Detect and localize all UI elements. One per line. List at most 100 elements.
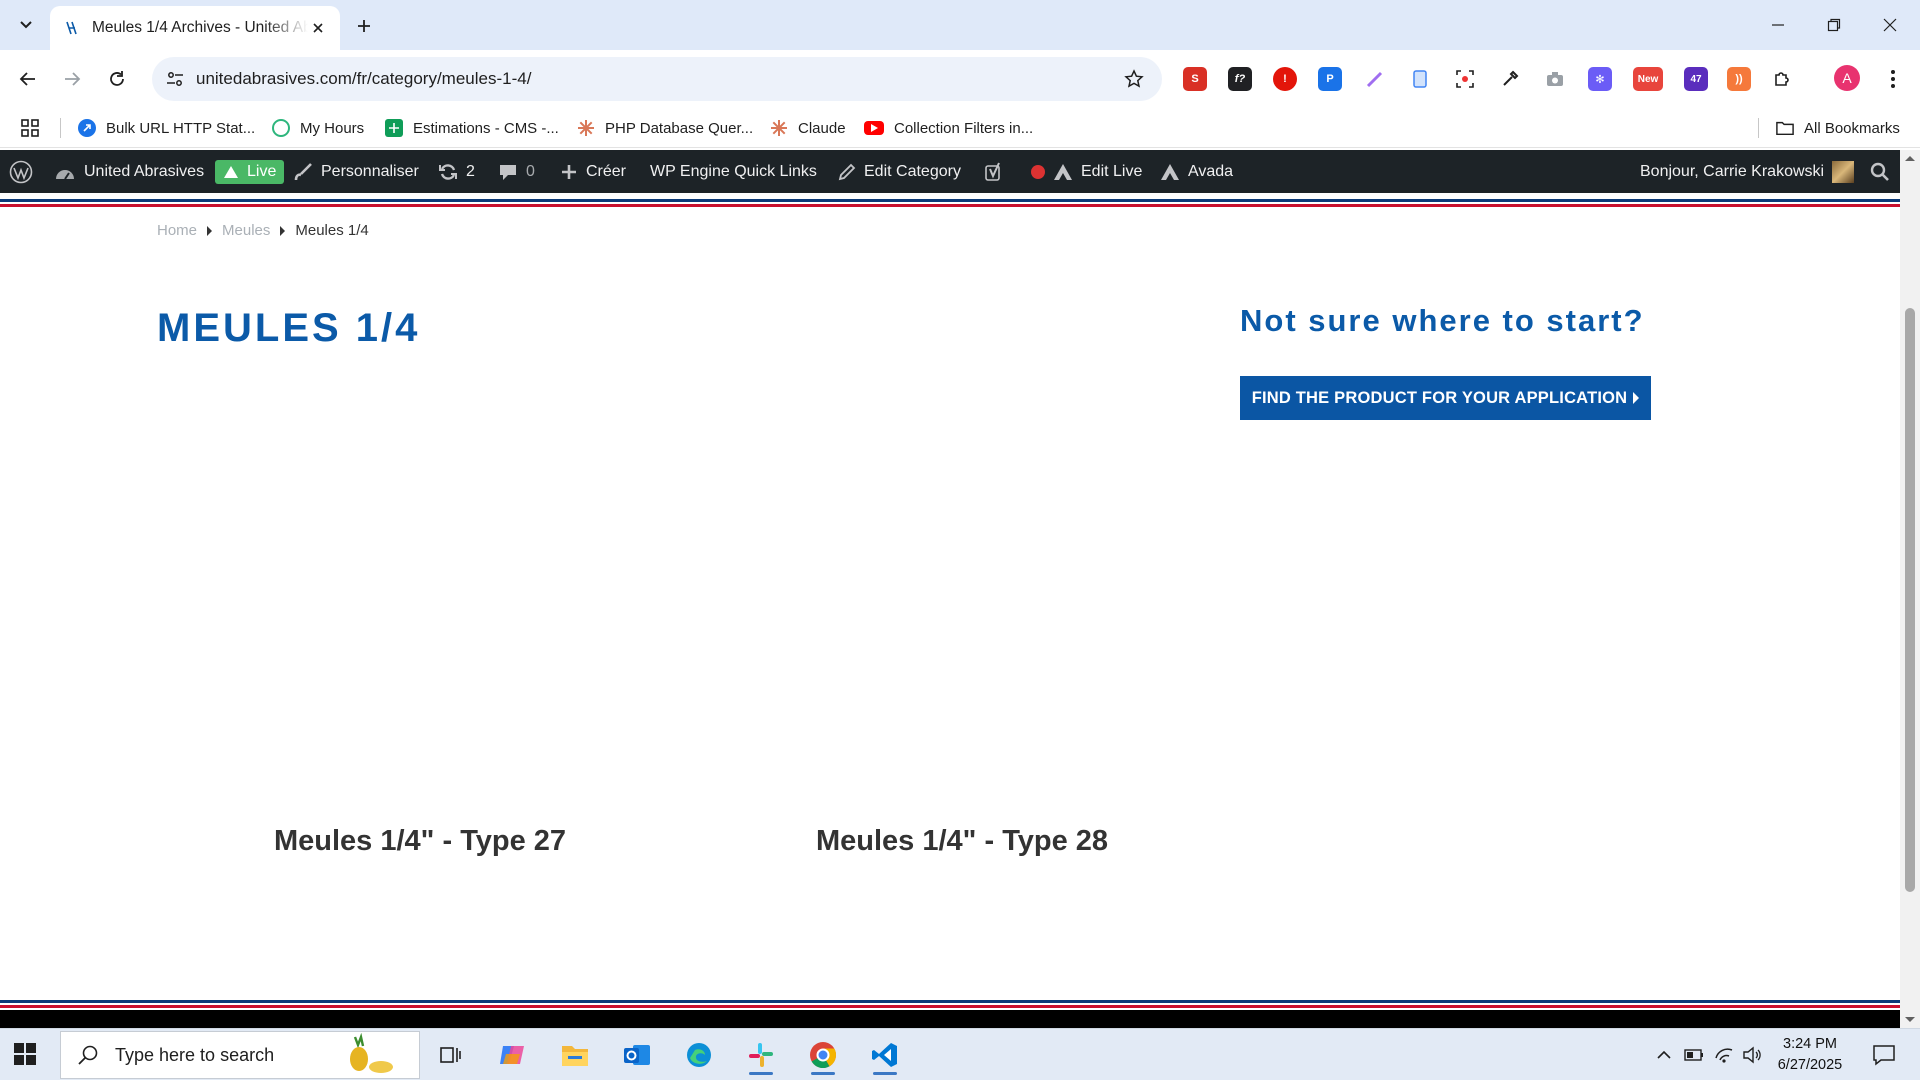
- close-window-button[interactable]: [1862, 0, 1918, 50]
- find-product-button[interactable]: FIND THE PRODUCT FOR YOUR APPLICATION: [1240, 376, 1651, 420]
- wp-customize[interactable]: Personnaliser: [293, 150, 419, 193]
- camera-extension-icon[interactable]: [1543, 67, 1567, 91]
- tray-overflow-button[interactable]: [1652, 1029, 1676, 1081]
- taskbar-file-explorer[interactable]: [555, 1035, 595, 1075]
- product-link-type-28[interactable]: Meules 1/4" - Type 28: [816, 825, 1108, 858]
- dashboard-gauge-icon: [56, 169, 74, 180]
- bookmark-bulk-url[interactable]: Bulk URL HTTP Stat...: [78, 114, 255, 142]
- claude-star-icon: [577, 119, 595, 137]
- puzzle-extensions-icon[interactable]: [1770, 67, 1794, 91]
- all-bookmarks-button[interactable]: All Bookmarks: [1776, 114, 1900, 142]
- browser-menu-button[interactable]: [1877, 63, 1909, 95]
- apps-button[interactable]: [20, 114, 40, 142]
- minimize-button[interactable]: [1750, 0, 1806, 50]
- font-extension-icon[interactable]: f?: [1228, 67, 1252, 91]
- wp-site-name[interactable]: United Abrasives: [54, 150, 204, 193]
- bookmark-star-icon[interactable]: [1122, 67, 1146, 91]
- scroll-down-arrow-icon[interactable]: [1900, 1012, 1920, 1028]
- adblock-extension-icon[interactable]: !: [1273, 67, 1297, 91]
- taskbar-clock[interactable]: 3:24 PM 6/27/2025: [1760, 1034, 1860, 1076]
- caret-right-icon: [1633, 392, 1640, 404]
- wp-new-content[interactable]: Créer: [560, 150, 626, 193]
- bookmark-collection-filters[interactable]: Collection Filters in...: [864, 114, 1033, 142]
- taskbar-chrome[interactable]: [803, 1035, 843, 1075]
- product-link-type-27[interactable]: Meules 1/4" - Type 27: [274, 825, 566, 858]
- page-scrollbar[interactable]: [1900, 150, 1920, 1028]
- taskbar-slack[interactable]: [741, 1035, 781, 1075]
- breadcrumb-meules[interactable]: Meules: [222, 222, 270, 239]
- tray-battery[interactable]: [1682, 1029, 1706, 1081]
- reload-button[interactable]: [101, 63, 133, 95]
- tray-network[interactable]: [1712, 1029, 1736, 1081]
- wp-updates[interactable]: 2: [438, 150, 475, 193]
- updates-icon: [439, 163, 457, 180]
- taskbar-copilot[interactable]: [492, 1035, 532, 1075]
- bookmark-my-hours[interactable]: My Hours: [272, 114, 364, 142]
- page-content: Home Meules Meules 1/4 MEULES 1/4 Not su…: [0, 193, 1900, 1008]
- restore-button[interactable]: [1806, 0, 1862, 50]
- comment-bubble-icon: [500, 164, 516, 180]
- bookmark-estimations[interactable]: Estimations - CMS -...: [385, 114, 559, 142]
- notification-center-button[interactable]: [1864, 1029, 1904, 1081]
- wp-live-badge[interactable]: Live: [215, 150, 285, 193]
- task-view-button[interactable]: [430, 1035, 470, 1075]
- new-extension-icon[interactable]: New: [1633, 67, 1663, 91]
- wp-my-account[interactable]: Bonjour, Carrie Krakowski: [1640, 150, 1855, 193]
- wp-edit-live[interactable]: Edit Live: [1053, 150, 1142, 193]
- back-button[interactable]: [12, 63, 44, 95]
- footer-stripe-red: [0, 1005, 1900, 1008]
- forward-button[interactable]: [56, 63, 88, 95]
- screenshot-extension-icon[interactable]: [1453, 67, 1477, 91]
- wp-engine-quick-links[interactable]: WP Engine Quick Links: [650, 150, 817, 193]
- bookmark-claude[interactable]: Claude: [770, 114, 846, 142]
- pen-extension-icon[interactable]: [1363, 67, 1387, 91]
- pdf-extension-icon[interactable]: P: [1318, 67, 1342, 91]
- document-extension-icon[interactable]: [1408, 67, 1432, 91]
- wp-search[interactable]: [1870, 150, 1898, 193]
- wp-yoast-seo[interactable]: [984, 150, 1054, 193]
- taskbar-outlook[interactable]: [617, 1035, 657, 1075]
- restore-icon: [1827, 18, 1841, 32]
- start-button[interactable]: [12, 1041, 38, 1067]
- bookmark-php-database[interactable]: PHP Database Quer...: [577, 114, 753, 142]
- app-running-indicator: [749, 1072, 773, 1075]
- search-icon: [78, 1045, 98, 1065]
- profile-avatar[interactable]: A: [1834, 65, 1860, 91]
- browser-tab-active[interactable]: Meules 1/4 Archives - United Abrasives: [50, 6, 340, 50]
- wp-logo-menu[interactable]: [9, 150, 41, 193]
- new-tab-button[interactable]: [350, 12, 378, 40]
- claude-star-icon: [770, 119, 788, 137]
- tab-search-button[interactable]: [10, 8, 42, 40]
- close-icon: [1883, 18, 1897, 32]
- search-icon: [1870, 162, 1889, 181]
- wp-comments[interactable]: 0: [498, 150, 535, 193]
- taskbar-search-box[interactable]: Type here to search: [60, 1031, 420, 1079]
- site-info-icon[interactable]: [164, 68, 186, 90]
- wifi-icon: [1715, 1048, 1733, 1063]
- arrow-right-icon: [65, 72, 81, 86]
- scroll-up-arrow-icon[interactable]: [1900, 150, 1920, 166]
- eyedropper-extension-icon[interactable]: [1498, 67, 1522, 91]
- wp-avada[interactable]: Avada: [1160, 150, 1233, 193]
- address-bar[interactable]: unitedabrasives.com/fr/category/meules-1…: [152, 57, 1162, 101]
- breadcrumb-home[interactable]: Home: [157, 222, 197, 239]
- graduation-extension-icon[interactable]: 47: [1684, 67, 1708, 91]
- breadcrumb-separator-icon: [207, 225, 213, 236]
- outlook-icon: [624, 1045, 650, 1065]
- battery-icon: [1684, 1049, 1703, 1061]
- gear-extension-icon[interactable]: ✻: [1588, 67, 1612, 91]
- taskbar-edge[interactable]: [679, 1035, 719, 1075]
- rss-extension-icon[interactable]: )): [1727, 67, 1751, 91]
- taskbar-vscode[interactable]: [865, 1035, 905, 1075]
- scrollbar-thumb[interactable]: [1905, 308, 1915, 892]
- copilot-icon: [500, 1046, 524, 1064]
- chrome-icon: [810, 1042, 837, 1069]
- app-running-indicator: [811, 1072, 835, 1075]
- bookmarks-bar: Bulk URL HTTP Stat... My Hours Estimatio…: [0, 108, 1920, 148]
- url-text[interactable]: unitedabrasives.com/fr/category/meules-1…: [196, 69, 1122, 89]
- tab-close-button[interactable]: [308, 18, 328, 38]
- seo-extension-icon[interactable]: S: [1183, 67, 1207, 91]
- bookmarks-divider: [60, 118, 61, 138]
- wp-edit-category[interactable]: Edit Category: [838, 150, 961, 193]
- browser-toolbar: unitedabrasives.com/fr/category/meules-1…: [0, 50, 1920, 108]
